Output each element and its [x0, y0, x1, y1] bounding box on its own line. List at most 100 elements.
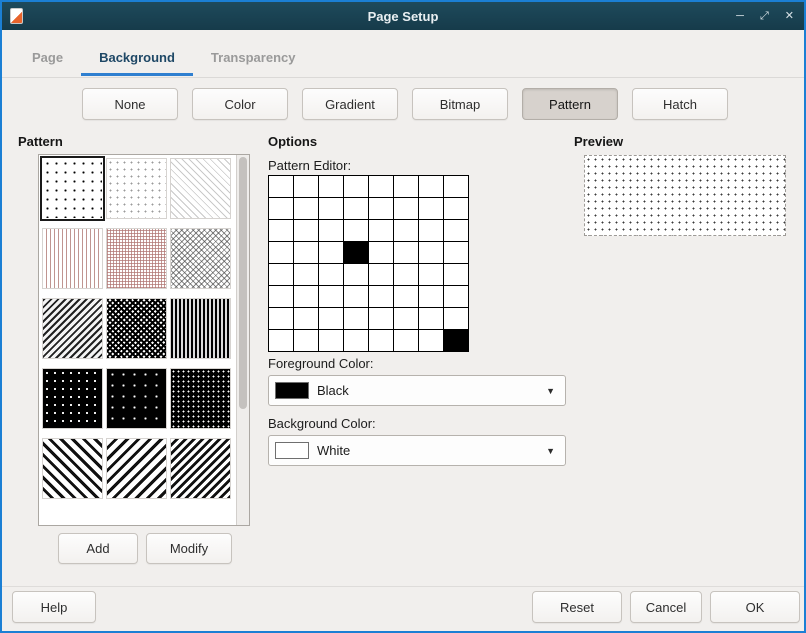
editor-cell-r3c2[interactable] — [319, 242, 344, 264]
editor-cell-r7c3[interactable] — [344, 330, 369, 352]
editor-cell-r2c2[interactable] — [319, 220, 344, 242]
minimize-button[interactable]: ─ — [736, 11, 744, 22]
editor-cell-r4c6[interactable] — [419, 264, 444, 286]
editor-cell-r6c4[interactable] — [369, 308, 394, 330]
editor-cell-r5c4[interactable] — [369, 286, 394, 308]
editor-cell-r5c2[interactable] — [319, 286, 344, 308]
editor-cell-r4c5[interactable] — [394, 264, 419, 286]
editor-cell-r0c4[interactable] — [369, 176, 394, 198]
editor-cell-r1c4[interactable] — [369, 198, 394, 220]
pattern-swatch-black-fine-dots[interactable] — [170, 368, 231, 429]
editor-cell-r4c4[interactable] — [369, 264, 394, 286]
editor-cell-r1c6[interactable] — [419, 198, 444, 220]
editor-cell-r7c2[interactable] — [319, 330, 344, 352]
close-button[interactable]: ✕ — [785, 11, 794, 22]
editor-cell-r0c5[interactable] — [394, 176, 419, 198]
pattern-swatch-diagonal-medium[interactable] — [42, 298, 103, 359]
editor-cell-r6c6[interactable] — [419, 308, 444, 330]
editor-cell-r2c7[interactable] — [444, 220, 469, 242]
editor-cell-r4c3[interactable] — [344, 264, 369, 286]
editor-cell-r0c3[interactable] — [344, 176, 369, 198]
pattern-swatch-diagonal-down-wide[interactable] — [106, 438, 167, 499]
editor-cell-r2c5[interactable] — [394, 220, 419, 242]
hatch-fill-button[interactable]: Hatch — [632, 88, 728, 120]
pattern-swatch-vertical-lines-red[interactable] — [42, 228, 103, 289]
pattern-swatch-vertical-lines-dark[interactable] — [170, 298, 231, 359]
editor-cell-r1c1[interactable] — [294, 198, 319, 220]
editor-cell-r3c6[interactable] — [419, 242, 444, 264]
editor-cell-r4c1[interactable] — [294, 264, 319, 286]
pattern-swatch-diagonal-light[interactable] — [170, 158, 231, 219]
editor-cell-r5c5[interactable] — [394, 286, 419, 308]
editor-cell-r5c1[interactable] — [294, 286, 319, 308]
pattern-swatch-diagonal-dense[interactable] — [170, 438, 231, 499]
editor-cell-r5c0[interactable] — [269, 286, 294, 308]
modify-button[interactable]: Modify — [146, 533, 232, 564]
maximize-button[interactable]: ⤢ — [760, 11, 769, 22]
editor-cell-r7c4[interactable] — [369, 330, 394, 352]
foreground-color-select[interactable]: Black ▼ — [268, 375, 566, 406]
editor-cell-r7c0[interactable] — [269, 330, 294, 352]
editor-cell-r6c5[interactable] — [394, 308, 419, 330]
gradient-fill-button[interactable]: Gradient — [302, 88, 398, 120]
reset-button[interactable]: Reset — [532, 591, 622, 623]
editor-cell-r1c2[interactable] — [319, 198, 344, 220]
editor-cell-r0c6[interactable] — [419, 176, 444, 198]
help-button[interactable]: Help — [12, 591, 96, 623]
tab-background[interactable]: Background — [81, 42, 193, 76]
pattern-swatch-dots-light[interactable] — [106, 158, 167, 219]
editor-cell-r3c5[interactable] — [394, 242, 419, 264]
pattern-swatch-black-white-dots[interactable] — [42, 368, 103, 429]
scrollbar-thumb[interactable] — [239, 157, 247, 409]
color-fill-button[interactable]: Color — [192, 88, 288, 120]
editor-cell-r7c5[interactable] — [394, 330, 419, 352]
pattern-swatch-diagonal-up-wide[interactable] — [42, 438, 103, 499]
editor-cell-r1c5[interactable] — [394, 198, 419, 220]
pattern-list-scrollbar[interactable] — [236, 155, 249, 525]
pattern-swatch-dots-sparse[interactable] — [42, 158, 103, 219]
editor-cell-r6c0[interactable] — [269, 308, 294, 330]
editor-cell-r0c1[interactable] — [294, 176, 319, 198]
pattern-swatch-crosshatch-dark[interactable] — [106, 298, 167, 359]
editor-cell-r7c7[interactable] — [444, 330, 469, 352]
editor-cell-r0c2[interactable] — [319, 176, 344, 198]
tab-page[interactable]: Page — [14, 42, 81, 76]
editor-cell-r0c0[interactable] — [269, 176, 294, 198]
editor-cell-r6c7[interactable] — [444, 308, 469, 330]
editor-cell-r4c7[interactable] — [444, 264, 469, 286]
bitmap-fill-button[interactable]: Bitmap — [412, 88, 508, 120]
background-color-select[interactable]: White ▼ — [268, 435, 566, 466]
editor-cell-r2c1[interactable] — [294, 220, 319, 242]
editor-cell-r5c6[interactable] — [419, 286, 444, 308]
editor-cell-r6c3[interactable] — [344, 308, 369, 330]
pattern-swatch-diagonal-crosshatch[interactable] — [170, 228, 231, 289]
editor-cell-r6c1[interactable] — [294, 308, 319, 330]
ok-button[interactable]: OK — [710, 591, 800, 623]
cancel-button[interactable]: Cancel — [630, 591, 702, 623]
editor-cell-r1c7[interactable] — [444, 198, 469, 220]
editor-cell-r3c7[interactable] — [444, 242, 469, 264]
add-button[interactable]: Add — [58, 533, 138, 564]
editor-cell-r2c6[interactable] — [419, 220, 444, 242]
editor-cell-r1c0[interactable] — [269, 198, 294, 220]
editor-cell-r2c0[interactable] — [269, 220, 294, 242]
editor-cell-r6c2[interactable] — [319, 308, 344, 330]
titlebar[interactable]: Page Setup ─ ⤢ ✕ — [2, 2, 804, 30]
editor-cell-r3c1[interactable] — [294, 242, 319, 264]
none-fill-button[interactable]: None — [82, 88, 178, 120]
editor-cell-r3c4[interactable] — [369, 242, 394, 264]
pattern-fill-button[interactable]: Pattern — [522, 88, 618, 120]
editor-cell-r1c3[interactable] — [344, 198, 369, 220]
editor-cell-r4c0[interactable] — [269, 264, 294, 286]
editor-cell-r3c0[interactable] — [269, 242, 294, 264]
pattern-swatch-black-sparse-dots[interactable] — [106, 368, 167, 429]
editor-cell-r2c4[interactable] — [369, 220, 394, 242]
tab-transparency[interactable]: Transparency — [193, 42, 314, 76]
editor-cell-r5c3[interactable] — [344, 286, 369, 308]
editor-cell-r2c3[interactable] — [344, 220, 369, 242]
editor-cell-r5c7[interactable] — [444, 286, 469, 308]
editor-cell-r7c1[interactable] — [294, 330, 319, 352]
editor-cell-r0c7[interactable] — [444, 176, 469, 198]
editor-cell-r7c6[interactable] — [419, 330, 444, 352]
pattern-swatch-crosshatch-red[interactable] — [106, 228, 167, 289]
